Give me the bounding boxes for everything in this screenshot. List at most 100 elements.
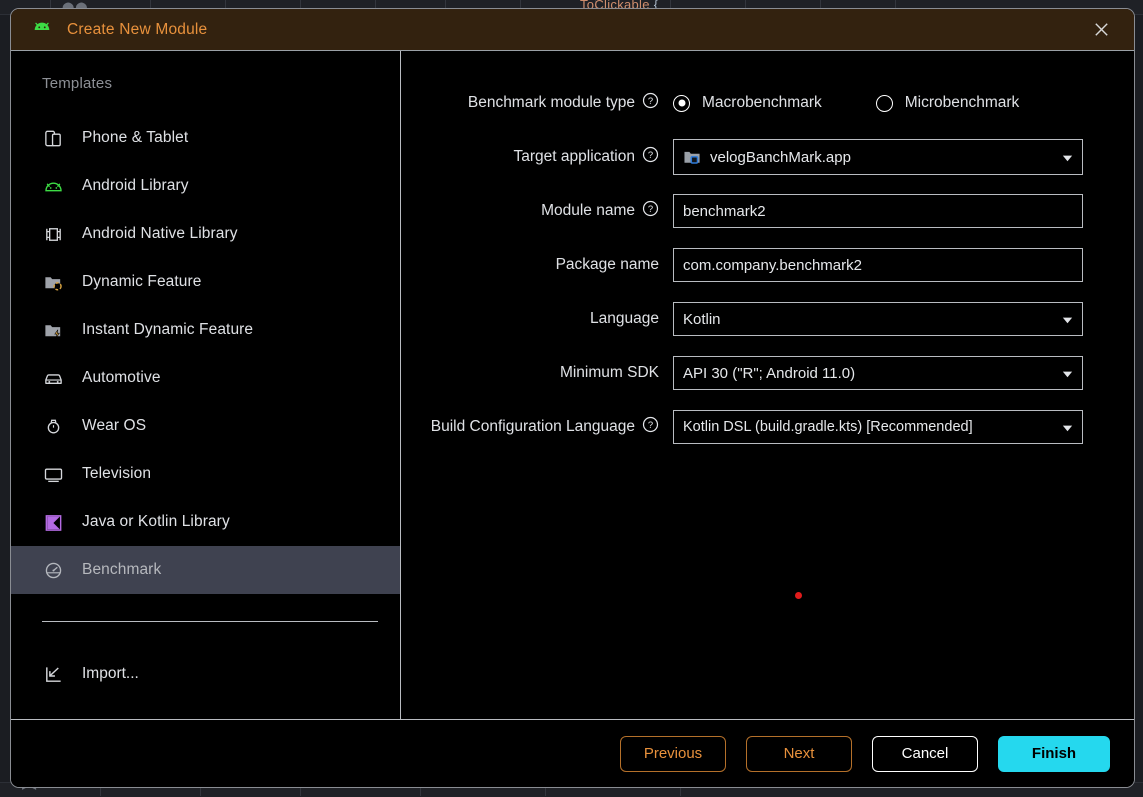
radio-label: Microbenchmark — [905, 94, 1020, 112]
build-config-label: Build Configuration Language — [431, 418, 635, 436]
television-icon — [42, 463, 64, 485]
sidebar-item-label: Wear OS — [82, 417, 146, 435]
kotlin-icon — [42, 511, 64, 533]
instant-feature-folder-icon — [42, 319, 64, 341]
target-application-value: velogBanchMark.app — [710, 149, 851, 166]
benchmark-module-type-radio-group: Macrobenchmark Microbenchmark — [673, 94, 1093, 112]
build-config-label-group: Build Configuration Language ? — [401, 416, 673, 438]
help-icon[interactable]: ? — [642, 200, 659, 222]
help-icon[interactable]: ? — [642, 92, 659, 114]
package-name-value: com.company.benchmark2 — [683, 257, 862, 274]
minimum-sdk-value: API 30 ("R"; Android 11.0) — [683, 365, 855, 382]
svg-text:?: ? — [648, 96, 653, 107]
chevron-down-icon[interactable] — [1052, 151, 1082, 164]
dialog-title-bar: Create New Module — [11, 9, 1134, 51]
field-row-target-application: Target application ? — [401, 135, 1134, 179]
svg-text:?: ? — [648, 150, 653, 161]
target-application-label: Target application — [514, 148, 636, 166]
previous-button[interactable]: Previous — [620, 736, 726, 772]
sidebar-item-label: Benchmark — [82, 561, 161, 579]
package-name-input[interactable]: com.company.benchmark2 — [673, 248, 1083, 282]
phone-tablet-icon — [42, 127, 64, 149]
car-icon — [42, 367, 64, 389]
minimum-sdk-label-group: Minimum SDK — [401, 364, 673, 382]
language-label-group: Language — [401, 310, 673, 328]
chevron-down-icon[interactable] — [1052, 313, 1082, 326]
sidebar-item-label: Dynamic Feature — [82, 273, 202, 291]
svg-text:?: ? — [648, 420, 653, 431]
sidebar-item-wear-os[interactable]: Wear OS — [11, 402, 400, 450]
close-icon[interactable] — [1088, 17, 1114, 43]
templates-sidebar: Templates Phone & Tablet — [11, 51, 401, 719]
module-name-label-group: Module name ? — [401, 200, 673, 222]
templates-list: Phone & Tablet Android Library — [11, 114, 400, 594]
native-chip-icon — [42, 223, 64, 245]
dynamic-feature-folder-icon — [42, 271, 64, 293]
dialog-title: Create New Module — [67, 21, 207, 39]
dialog-body: Templates Phone & Tablet — [11, 51, 1134, 719]
sidebar-item-android-native-library[interactable]: Android Native Library — [11, 210, 400, 258]
android-robot-icon — [31, 22, 53, 38]
module-name-label: Module name — [541, 202, 635, 220]
field-row-package-name: Package name com.company.benchmark2 — [401, 243, 1134, 287]
cancel-button[interactable]: Cancel — [872, 736, 978, 772]
sidebar-item-instant-dynamic-feature[interactable]: Instant Dynamic Feature — [11, 306, 400, 354]
sidebar-item-benchmark[interactable]: Benchmark — [11, 546, 400, 594]
sidebar-item-automotive[interactable]: Automotive — [11, 354, 400, 402]
sidebar-item-java-or-kotlin-library[interactable]: Java or Kotlin Library — [11, 498, 400, 546]
language-combobox[interactable]: Kotlin — [673, 302, 1083, 336]
sidebar-item-label: Java or Kotlin Library — [82, 513, 230, 531]
radio-indicator — [876, 95, 893, 112]
target-application-label-group: Target application ? — [401, 146, 673, 168]
field-row-module-name: Module name ? benchmark2 — [401, 189, 1134, 233]
radio-microbenchmark[interactable]: Microbenchmark — [876, 94, 1020, 112]
module-folder-icon — [683, 149, 702, 166]
field-row-language: Language Kotlin — [401, 297, 1134, 341]
gauge-icon — [42, 559, 64, 581]
red-dot-marker — [795, 592, 802, 599]
dialog-footer: Previous Next Cancel Finish — [11, 719, 1134, 787]
field-row-benchmark-module-type: Benchmark module type ? Macrobenchmark — [401, 81, 1134, 125]
minimum-sdk-label: Minimum SDK — [560, 364, 659, 382]
sidebar-item-import[interactable]: Import... — [11, 650, 400, 698]
sidebar-item-label: Android Library — [82, 177, 189, 195]
sidebar-item-phone-tablet[interactable]: Phone & Tablet — [11, 114, 400, 162]
radio-label: Macrobenchmark — [702, 94, 822, 112]
package-name-label-group: Package name — [401, 256, 673, 274]
module-name-input[interactable]: benchmark2 — [673, 194, 1083, 228]
sidebar-item-label: Phone & Tablet — [82, 129, 188, 147]
module-name-value: benchmark2 — [683, 203, 766, 220]
radio-macrobenchmark[interactable]: Macrobenchmark — [673, 94, 822, 112]
next-button[interactable]: Next — [746, 736, 852, 772]
benchmark-module-type-label-group: Benchmark module type ? — [401, 92, 673, 114]
language-label: Language — [590, 310, 659, 328]
minimum-sdk-combobox[interactable]: API 30 ("R"; Android 11.0) — [673, 356, 1083, 390]
module-config-form: Benchmark module type ? Macrobenchmark — [401, 51, 1134, 719]
watch-icon — [42, 415, 64, 437]
android-robot-icon — [42, 175, 64, 197]
sidebar-item-television[interactable]: Television — [11, 450, 400, 498]
radio-indicator — [673, 95, 690, 112]
field-row-minimum-sdk: Minimum SDK API 30 ("R"; Android 11.0) — [401, 351, 1134, 395]
build-config-combobox[interactable]: Kotlin DSL (build.gradle.kts) [Recommend… — [673, 410, 1083, 444]
templates-heading: Templates — [11, 51, 400, 92]
chevron-down-icon[interactable] — [1052, 421, 1082, 434]
sidebar-item-label: Import... — [82, 665, 139, 683]
language-value: Kotlin — [683, 311, 721, 328]
finish-button[interactable]: Finish — [998, 736, 1110, 772]
benchmark-module-type-label: Benchmark module type — [468, 94, 635, 112]
build-config-value: Kotlin DSL (build.gradle.kts) [Recommend… — [683, 419, 973, 435]
create-new-module-dialog: Create New Module Templates P — [10, 8, 1135, 788]
sidebar-item-dynamic-feature[interactable]: Dynamic Feature — [11, 258, 400, 306]
target-application-combobox[interactable]: velogBanchMark.app — [673, 139, 1083, 175]
chevron-down-icon[interactable] — [1052, 367, 1082, 380]
help-icon[interactable]: ? — [642, 146, 659, 168]
sidebar-item-android-library[interactable]: Android Library — [11, 162, 400, 210]
sidebar-item-label: Android Native Library — [82, 225, 238, 243]
svg-text:?: ? — [648, 204, 653, 215]
field-row-build-configuration-language: Build Configuration Language ? Kotlin DS… — [401, 405, 1134, 449]
import-arrow-icon — [42, 663, 64, 685]
sidebar-item-label: Automotive — [82, 369, 161, 387]
help-icon[interactable]: ? — [642, 416, 659, 438]
sidebar-item-label: Instant Dynamic Feature — [82, 321, 253, 339]
